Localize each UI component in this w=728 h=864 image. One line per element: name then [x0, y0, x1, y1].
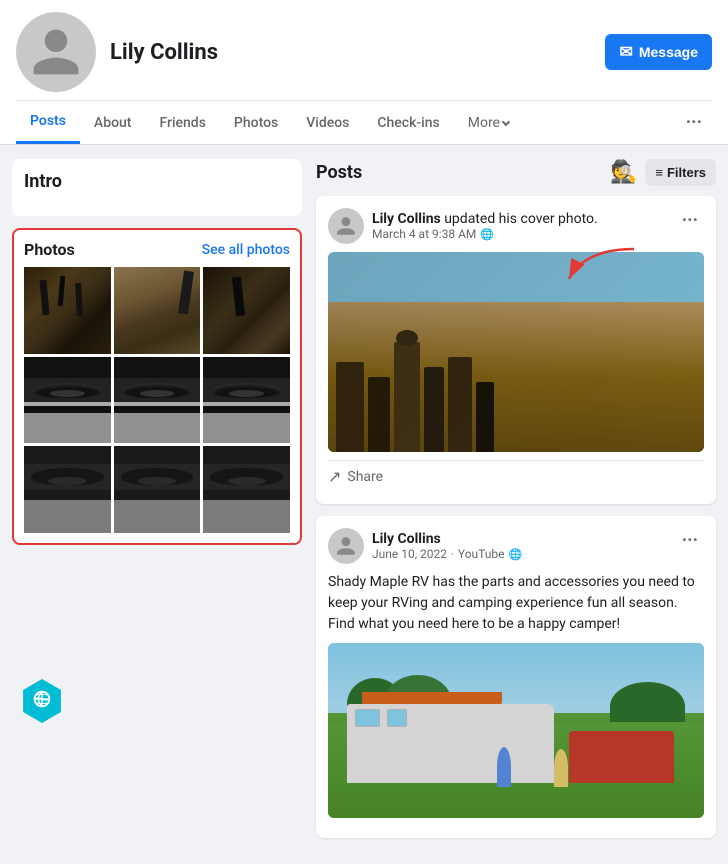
profile-top: Lily Collins ✉ Message [16, 12, 712, 100]
post-card-2: Lily Collins June 10, 2022 · YouTube 🌐 ·… [316, 516, 716, 838]
photos-grid [24, 267, 290, 533]
photos-title: Photos [24, 240, 75, 259]
photos-header: Photos See all photos [24, 240, 290, 259]
photos-section: Photos See all photos [12, 228, 302, 545]
message-icon: ✉ [619, 42, 632, 62]
intro-section: Intro [12, 159, 302, 216]
post-author-info-1: Lily Collins updated his cover photo. Ma… [328, 208, 598, 244]
profile-nav: Posts About Friends Photos Videos Check-… [16, 100, 712, 144]
posts-header: Posts 🕵 ≡ Filters [316, 159, 716, 186]
privacy-icon-1: 🌐 [480, 228, 494, 241]
avatar [16, 12, 96, 92]
photo-cell-6[interactable] [203, 357, 290, 444]
post-image-wrapper-1 [328, 252, 704, 452]
nav-item-more[interactable]: More [454, 105, 523, 141]
post-date-2: June 10, 2022 [372, 547, 447, 561]
photo-cell-7[interactable] [24, 446, 111, 533]
red-arrow-annotation [564, 244, 644, 294]
post-meta-1: March 4 at 9:38 AM 🌐 [372, 227, 598, 241]
post-author-name-1[interactable]: Lily Collins [372, 211, 441, 227]
post-image-container-1 [328, 252, 704, 452]
post-header-2: Lily Collins June 10, 2022 · YouTube 🌐 ·… [328, 528, 704, 564]
photo-cell-9[interactable] [203, 446, 290, 533]
photo-cell-1[interactable] [24, 267, 111, 354]
spy-emoji-icon: 🕵 [610, 160, 637, 185]
post-options-2[interactable]: ··· [676, 528, 704, 553]
post-author-details-2: Lily Collins June 10, 2022 · YouTube 🌐 [372, 531, 522, 561]
post-date-1: March 4 at 9:38 AM [372, 227, 476, 241]
left-column: Intro Photos See all photos [12, 159, 302, 850]
nav-item-checkins[interactable]: Check-ins [363, 103, 453, 143]
message-button[interactable]: ✉ Message [605, 34, 712, 70]
post-avatar-1 [328, 208, 364, 244]
post-author-details-1: Lily Collins updated his cover photo. Ma… [372, 211, 598, 241]
post-source-2: · [451, 548, 454, 561]
photo-cell-2[interactable] [114, 267, 201, 354]
nav-options-button[interactable]: ··· [676, 104, 712, 141]
post-avatar-2 [328, 528, 364, 564]
see-all-photos-link[interactable]: See all photos [202, 242, 290, 258]
photo-cell-5[interactable] [114, 357, 201, 444]
post-options-1[interactable]: ··· [676, 208, 704, 233]
nav-item-friends[interactable]: Friends [145, 103, 219, 143]
post-action-text-1: updated his cover photo. [444, 211, 598, 227]
filters-icon: ≡ [655, 165, 663, 180]
posts-header-right: 🕵 ≡ Filters [610, 159, 716, 186]
post-text-2: Shady Maple RV has the parts and accesso… [328, 572, 704, 635]
share-label-1: Share [347, 469, 383, 485]
privacy-icon-2: 🌐 [509, 548, 523, 561]
nav-item-videos[interactable]: Videos [292, 103, 363, 143]
main-content: Intro Photos See all photos [0, 145, 728, 864]
post-author-info-2: Lily Collins June 10, 2022 · YouTube 🌐 [328, 528, 522, 564]
watermark-label [31, 688, 53, 715]
nav-item-posts[interactable]: Posts [16, 101, 80, 144]
profile-identity: Lily Collins [16, 12, 218, 92]
post-card-1: Lily Collins updated his cover photo. Ma… [316, 196, 716, 504]
post-author-name-2[interactable]: Lily Collins [372, 531, 441, 547]
filters-label: Filters [667, 165, 706, 180]
posts-title: Posts [316, 162, 362, 183]
post-image-2 [328, 643, 704, 818]
page-wrapper: Lily Collins ✉ Message Posts About Frien… [0, 0, 728, 864]
intro-title: Intro [24, 171, 290, 192]
photo-cell-8[interactable] [114, 446, 201, 533]
message-button-label: Message [639, 44, 698, 60]
post-source-label-2: YouTube [458, 547, 505, 561]
photo-cell-3[interactable] [203, 267, 290, 354]
post-image-1 [328, 252, 704, 452]
post-share-1[interactable]: ↗ Share [328, 460, 704, 492]
nav-item-photos[interactable]: Photos [220, 103, 292, 143]
filters-button[interactable]: ≡ Filters [645, 159, 716, 186]
photo-cell-4[interactable] [24, 357, 111, 444]
share-icon-1: ↗ [328, 467, 341, 486]
post-header-1: Lily Collins updated his cover photo. Ma… [328, 208, 704, 244]
chevron-down-icon [502, 117, 510, 125]
right-column: Posts 🕵 ≡ Filters [316, 159, 716, 850]
nav-item-about[interactable]: About [80, 103, 146, 143]
profile-name: Lily Collins [110, 40, 218, 65]
post-meta-2: June 10, 2022 · YouTube 🌐 [372, 547, 522, 561]
profile-header: Lily Collins ✉ Message Posts About Frien… [0, 0, 728, 145]
